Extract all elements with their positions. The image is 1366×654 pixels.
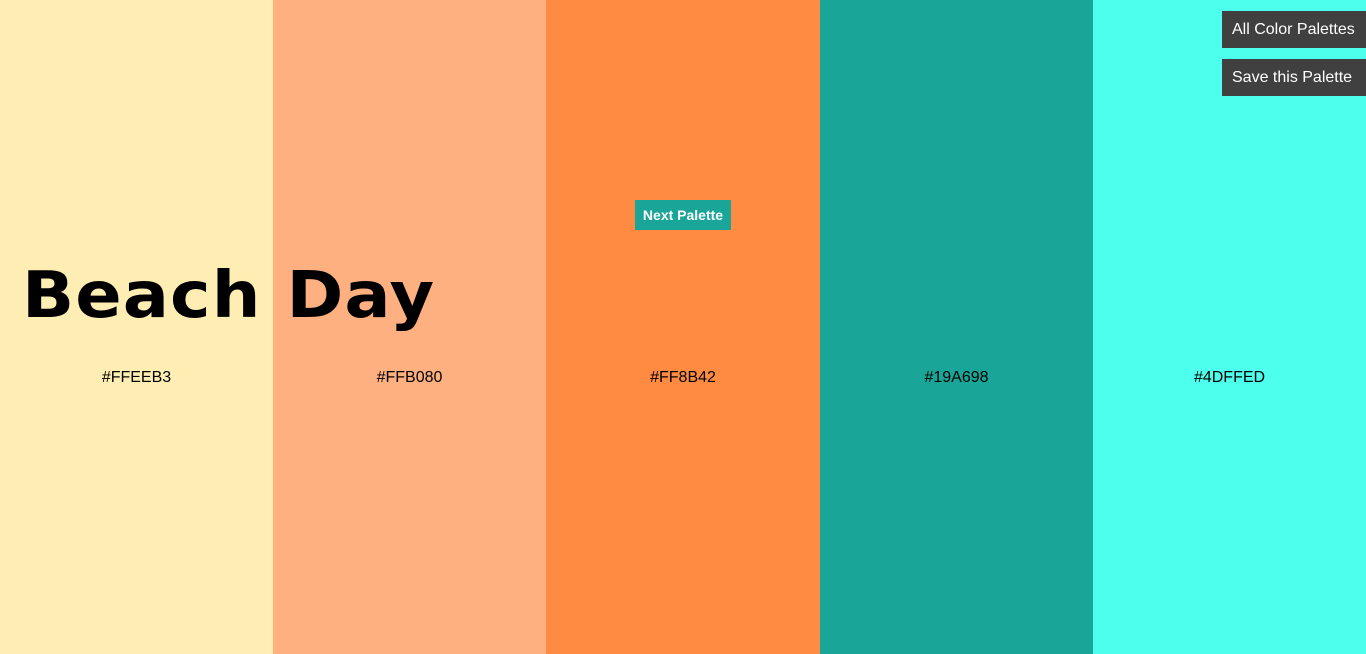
swatch-hex-label: #FFB080	[376, 369, 443, 386]
save-palette-button[interactable]: Save this Palette	[1222, 59, 1366, 96]
swatch-hex-label: #4DFFED	[1193, 369, 1266, 386]
swatch-hex-label: #19A698	[924, 369, 989, 386]
swatch-3: #FF8B42	[546, 0, 820, 654]
swatch-4: #19A698	[820, 0, 1093, 654]
all-color-palettes-button[interactable]: All Color Palettes	[1222, 11, 1366, 48]
swatch-hex-label: #FF8B42	[650, 369, 716, 386]
swatch-5: #4DFFED	[1093, 0, 1366, 654]
palette-title: Beach Day	[22, 259, 436, 333]
next-palette-button[interactable]: Next Palette	[635, 200, 731, 230]
swatch-hex-label: #FFEEB3	[101, 369, 172, 386]
